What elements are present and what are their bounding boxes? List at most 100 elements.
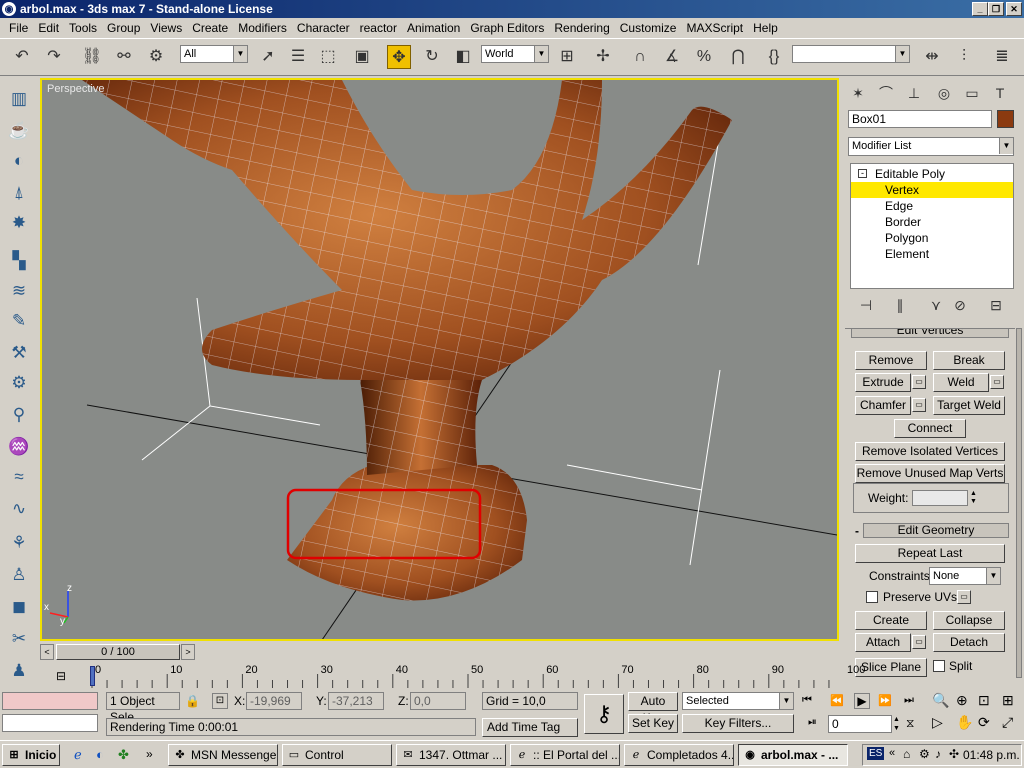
make-unique-icon[interactable]: ⋎ — [925, 294, 947, 316]
z-coordinate-field[interactable]: 0,0 — [410, 692, 466, 710]
menu-tools[interactable]: Tools — [64, 21, 102, 35]
hierarchy-tab-icon[interactable]: ⊥ — [903, 82, 925, 104]
volume-icon[interactable]: ♪ — [935, 747, 941, 761]
reference-coordinate-dropdown[interactable]: World ▼ — [481, 45, 549, 63]
align-icon[interactable]: ⫶ — [952, 45, 976, 69]
edit-vertices-header[interactable]: Edit Vertices — [851, 329, 1009, 338]
language-indicator[interactable]: ES — [867, 747, 885, 760]
maxscript-listener-mini[interactable] — [2, 692, 98, 710]
key-filters-button[interactable]: Key Filters... — [682, 714, 794, 733]
minimize-button[interactable]: _ — [972, 2, 988, 16]
stack-item-polygon[interactable]: Polygon — [851, 230, 1013, 246]
chamfer-settings-icon[interactable]: ▭ — [912, 398, 926, 412]
select-and-link-icon[interactable]: ⛓ — [80, 45, 104, 69]
zoom-icon[interactable]: 🔍 — [932, 692, 949, 709]
snap-toggle-icon[interactable]: ∩ — [628, 45, 652, 69]
attach-button[interactable]: Attach — [855, 633, 911, 652]
x-coordinate-field[interactable]: -19,969 — [246, 692, 302, 710]
preserve-uvs-checkbox[interactable] — [866, 591, 878, 603]
task-ottmar[interactable]: ✉ 1347. Ottmar ... — [396, 744, 506, 766]
pen-icon[interactable]: ✎ — [6, 308, 32, 334]
extrude-button[interactable]: Extrude — [855, 373, 911, 392]
object-color-swatch[interactable] — [997, 110, 1014, 128]
menu-help[interactable]: Help — [748, 21, 783, 35]
zoom-all-icon[interactable]: ⊕ — [956, 692, 968, 709]
undo-icon[interactable]: ↶ — [10, 45, 34, 69]
teapot-icon[interactable]: ☕ — [6, 118, 32, 144]
app-icon[interactable]: ◉ — [2, 2, 16, 16]
wave-icon[interactable]: ≈ — [6, 464, 32, 490]
display-tab-icon[interactable]: ▭ — [961, 82, 983, 104]
menu-animation[interactable]: Animation — [402, 21, 465, 35]
repeat-last-button[interactable]: Repeat Last — [855, 544, 1005, 563]
motion-tab-icon[interactable]: ◎ — [933, 82, 955, 104]
selection-filter-dropdown[interactable]: All ▼ — [180, 45, 248, 63]
remove-unused-map-verts-button[interactable]: Remove Unused Map Verts — [855, 464, 1005, 483]
ie-quicklaunch-icon[interactable]: ℯ — [74, 747, 82, 763]
preserve-uvs-settings-icon[interactable]: ▭ — [957, 590, 971, 604]
task-msn-messenger[interactable]: ✤ MSN Messenger — [168, 744, 278, 766]
menu-customize[interactable]: Customize — [615, 21, 682, 35]
named-selection-set-dropdown[interactable]: ▼ — [792, 45, 910, 63]
select-and-rotate-icon[interactable]: ↻ — [420, 45, 444, 69]
weld-button[interactable]: Weld — [933, 373, 989, 392]
time-config-icon[interactable]: ⧖ — [906, 716, 914, 731]
mirror-icon[interactable]: ⇹ — [920, 45, 944, 69]
menu-graph-editors[interactable]: Graph Editors — [465, 21, 549, 35]
more-quicklaunch-icon[interactable]: » — [146, 747, 153, 761]
knot-icon[interactable]: ⚘ — [6, 530, 32, 556]
checker-icon[interactable]: ▚ — [6, 248, 32, 274]
tray-icon-a[interactable]: ⌂ — [903, 747, 910, 761]
maximize-viewport-icon[interactable]: ⤢ — [1002, 714, 1013, 731]
task-el-portal[interactable]: ℯ:: El Portal del ... — [510, 744, 620, 766]
prev-frame-icon[interactable]: < — [40, 644, 54, 660]
lock-icon[interactable]: 🔒 — [185, 694, 200, 708]
remove-button[interactable]: Remove — [855, 351, 927, 370]
track-bar-ruler[interactable]: 0 10 20 30 40 50 60 70 80 90 100 — [40, 664, 865, 688]
close-button[interactable]: ✕ — [1006, 2, 1022, 16]
utilities-tab-icon[interactable]: T — [989, 82, 1011, 104]
spring-icon[interactable]: ≋ — [6, 278, 32, 304]
play-icon[interactable]: ▶ — [854, 693, 870, 709]
split-checkbox[interactable] — [933, 660, 945, 672]
object-name-field[interactable]: Box01 — [848, 110, 992, 128]
window-crossing-icon[interactable]: ▣ — [350, 45, 374, 69]
edit-geometry-header[interactable]: Edit Geometry — [863, 523, 1009, 538]
break-button[interactable]: Break — [933, 351, 1005, 370]
stack-item-edge[interactable]: Edge — [851, 198, 1013, 214]
task-control[interactable]: ▭ Control — [282, 744, 392, 766]
maxscript-input[interactable] — [2, 714, 98, 732]
menu-rendering[interactable]: Rendering — [549, 21, 614, 35]
menu-views[interactable]: Views — [145, 21, 187, 35]
detach-button[interactable]: Detach — [933, 633, 1005, 652]
menu-group[interactable]: Group — [102, 21, 145, 35]
zoom-extents-icon[interactable]: ⊡ — [978, 692, 990, 709]
tray-icon-c[interactable]: ✣ — [949, 747, 959, 761]
create-button[interactable]: Create — [855, 611, 927, 630]
key-mode-dropdown[interactable]: Selected ▼ — [682, 692, 794, 710]
weld-settings-icon[interactable]: ▭ — [990, 375, 1004, 389]
percent-snap-icon[interactable]: % — [692, 45, 716, 69]
weight-spinner-icon[interactable]: ▲ ▼ — [970, 490, 980, 506]
menu-character[interactable]: Character — [292, 21, 355, 35]
extrude-settings-icon[interactable]: ▭ — [912, 375, 926, 389]
go-to-end-icon[interactable]: ⏭ — [904, 694, 914, 707]
select-and-manipulate-icon[interactable]: ✢ — [591, 45, 615, 69]
stack-item-element[interactable]: Element — [851, 246, 1013, 262]
menu-maxscript[interactable]: MAXScript — [681, 21, 748, 35]
rectangular-selection-icon[interactable]: ⬚ — [316, 45, 340, 69]
constraints-dropdown[interactable]: None ▼ — [929, 567, 1001, 585]
menu-file[interactable]: File — [4, 21, 33, 35]
pan-icon[interactable]: ✋ — [956, 714, 973, 731]
spinner-snap-icon[interactable]: ⋂ — [726, 45, 750, 69]
perspective-viewport[interactable]: Perspective z x y — [40, 78, 839, 641]
explorer-quicklaunch-icon[interactable]: ◐ — [96, 747, 104, 762]
modifier-list-dropdown[interactable]: Modifier List ▼ — [848, 137, 1014, 156]
next-frame-icon[interactable]: > — [181, 644, 195, 660]
absolute-mode-icon[interactable]: ⊡ — [212, 693, 228, 709]
slice-plane-button[interactable]: Slice Plane — [855, 658, 927, 677]
collapse-icon[interactable]: - — [858, 169, 867, 178]
task-arbol-max[interactable]: ◉ arbol.max - ... — [738, 744, 848, 766]
attach-settings-icon[interactable]: ▭ — [912, 635, 926, 649]
connect-button[interactable]: Connect — [894, 419, 966, 438]
